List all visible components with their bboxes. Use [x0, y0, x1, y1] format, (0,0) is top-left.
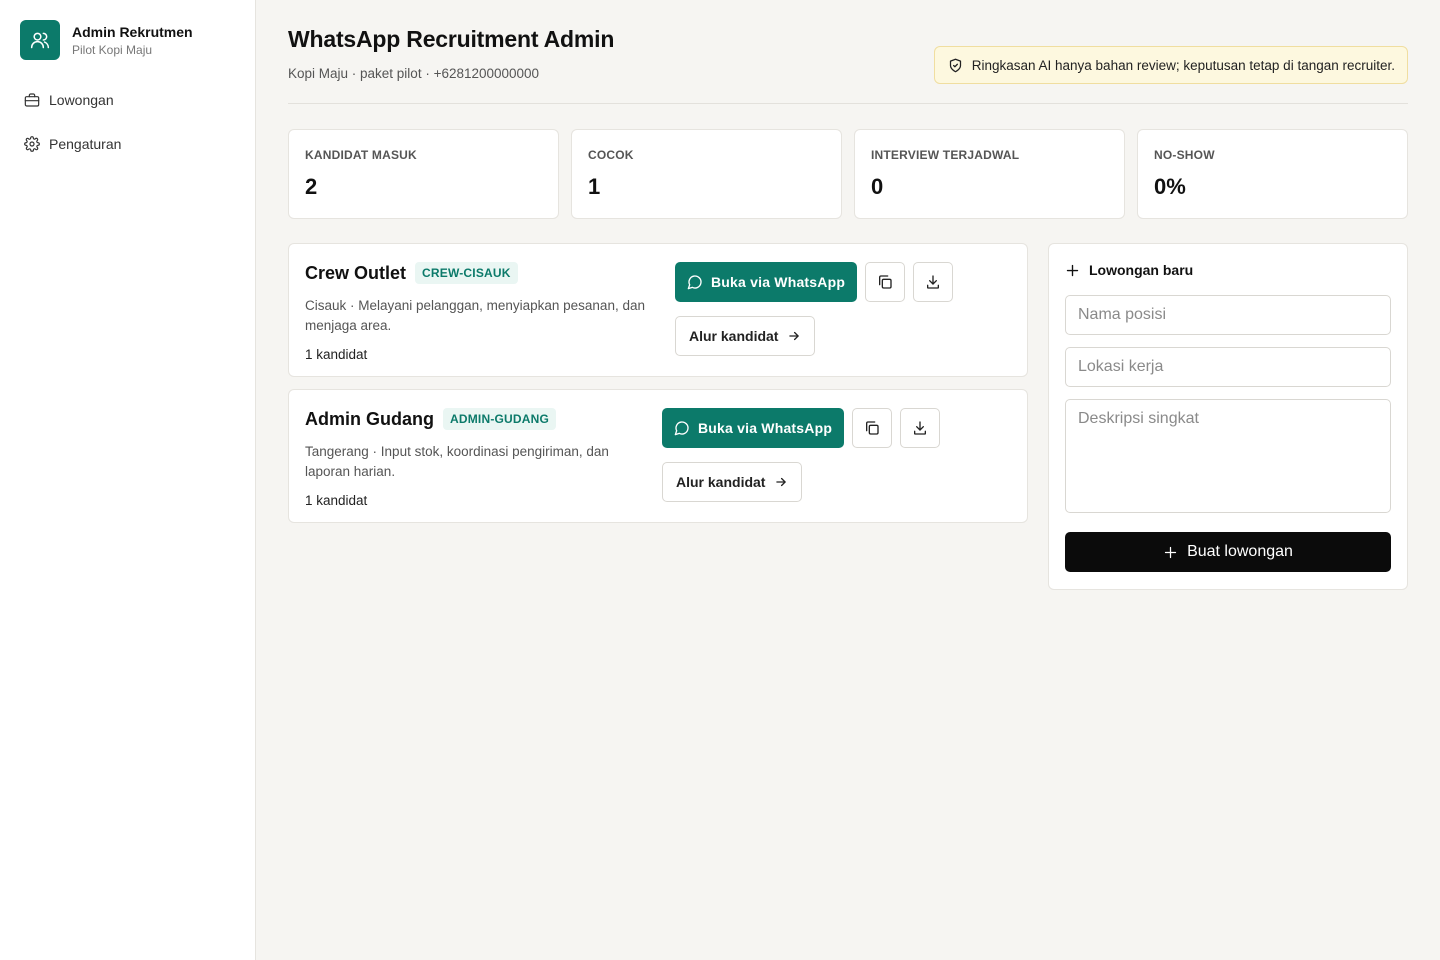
candidate-flow-button[interactable]: Alur kandidat — [675, 316, 816, 356]
stat-card-kandidat-masuk: KANDIDAT MASUK 2 — [288, 129, 559, 219]
stat-card-no-show: NO-SHOW 0% — [1137, 129, 1408, 219]
new-job-title-text: Lowongan baru — [1089, 262, 1194, 278]
open-whatsapp-button[interactable]: Buka via WhatsApp — [662, 408, 845, 448]
new-job-title: Lowongan baru — [1065, 262, 1391, 278]
job-code-badge: CREW-CISAUK — [415, 262, 518, 284]
job-code-badge: ADMIN-GUDANG — [443, 408, 557, 430]
job-description: Cisauk · Melayani pelanggan, menyiapkan … — [305, 298, 645, 333]
briefcase-icon — [24, 93, 40, 107]
copy-icon — [866, 421, 879, 435]
job-title: Crew Outlet — [305, 262, 407, 283]
sidebar-item-label: Pengaturan — [49, 136, 122, 152]
brand-title: Admin Rekrutmen — [72, 23, 193, 40]
job-card-admin-gudang: Admin Gudang ADMIN-GUDANG Tangerang · In… — [288, 389, 1028, 523]
stat-value: 0 — [871, 174, 884, 199]
stat-label: INTERVIEW TERJADWAL — [871, 148, 1020, 162]
open-whatsapp-label: Buka via WhatsApp — [698, 420, 833, 436]
job-description: Tangerang · Input stok, koordinasi pengi… — [305, 444, 609, 479]
ai-notice-banner: Ringkasan AI hanya bahan review; keputus… — [933, 46, 1408, 84]
stat-value: 1 — [588, 174, 601, 199]
sidebar-nav: Lowongan Pengaturan — [16, 84, 240, 172]
job-candidate-count: 1 kandidat — [305, 493, 368, 508]
candidate-flow-label: Alur kandidat — [689, 328, 779, 344]
arrow-right-icon — [789, 331, 800, 341]
stat-label: NO-SHOW — [1154, 148, 1215, 162]
copy-icon — [879, 275, 892, 289]
brand: Admin Rekrutmen Pilot Kopi Maju — [20, 20, 193, 60]
plus-icon — [1164, 546, 1177, 558]
create-job-label: Buat lowongan — [1187, 543, 1293, 560]
gear-icon — [24, 136, 40, 152]
job-info: Admin Gudang ADMIN-GUDANG Tangerang · In… — [305, 408, 645, 508]
sidebar-item-lowongan[interactable]: Lowongan — [16, 84, 240, 116]
plus-icon — [1066, 264, 1079, 276]
stat-value: 0% — [1154, 174, 1186, 199]
position-name-input[interactable] — [1065, 295, 1391, 335]
copy-link-button[interactable] — [865, 262, 906, 302]
chat-bubble-icon — [674, 421, 689, 436]
download-button[interactable] — [913, 262, 954, 302]
open-whatsapp-button[interactable]: Buka via WhatsApp — [675, 262, 858, 302]
candidate-flow-button[interactable]: Alur kandidat — [662, 462, 803, 502]
job-title: Admin Gudang — [305, 408, 434, 429]
download-icon — [914, 421, 927, 435]
arrow-right-icon — [776, 477, 787, 487]
job-actions: Buka via WhatsApp Alur kandidat — [675, 262, 954, 356]
work-location-input[interactable] — [1065, 347, 1391, 387]
stats-row: KANDIDAT MASUK 2 COCOK 1 INTERVIEW TERJA… — [288, 129, 1408, 219]
ai-notice-text: Ringkasan AI hanya bahan review; keputus… — [971, 57, 1395, 73]
stat-card-interview-terjadwal: INTERVIEW TERJADWAL 0 — [854, 129, 1125, 219]
shield-check-icon — [949, 58, 961, 72]
new-job-panel: Lowongan baru Buat lowongan — [1048, 243, 1408, 590]
stat-value: 2 — [305, 174, 318, 199]
stat-label: KANDIDAT MASUK — [305, 148, 417, 162]
sidebar-item-label: Lowongan — [49, 92, 114, 108]
job-candidate-count: 1 kandidat — [305, 347, 368, 362]
download-button[interactable] — [900, 408, 941, 448]
short-description-textarea[interactable] — [1065, 399, 1391, 513]
stat-label: COCOK — [588, 148, 634, 162]
open-whatsapp-label: Buka via WhatsApp — [711, 274, 846, 290]
chat-bubble-icon — [687, 275, 702, 290]
job-card-crew-outlet: Crew Outlet CREW-CISAUK Cisauk · Melayan… — [288, 243, 1028, 377]
stat-card-cocok: COCOK 1 — [571, 129, 842, 219]
page-header: WhatsApp Recruitment Admin Kopi Maju · p… — [288, 26, 1408, 104]
users-icon — [20, 20, 60, 60]
sidebar-item-pengaturan[interactable]: Pengaturan — [16, 128, 240, 160]
job-actions: Buka via WhatsApp Alur kandidat — [662, 408, 941, 502]
brand-subtitle: Pilot Kopi Maju — [72, 42, 153, 57]
copy-link-button[interactable] — [852, 408, 893, 448]
sidebar: Admin Rekrutmen Pilot Kopi Maju Lowongan… — [0, 0, 256, 960]
candidate-flow-label: Alur kandidat — [676, 474, 766, 490]
job-info: Crew Outlet CREW-CISAUK Cisauk · Melayan… — [305, 262, 665, 362]
download-icon — [927, 275, 940, 289]
create-job-button[interactable]: Buat lowongan — [1065, 532, 1391, 572]
